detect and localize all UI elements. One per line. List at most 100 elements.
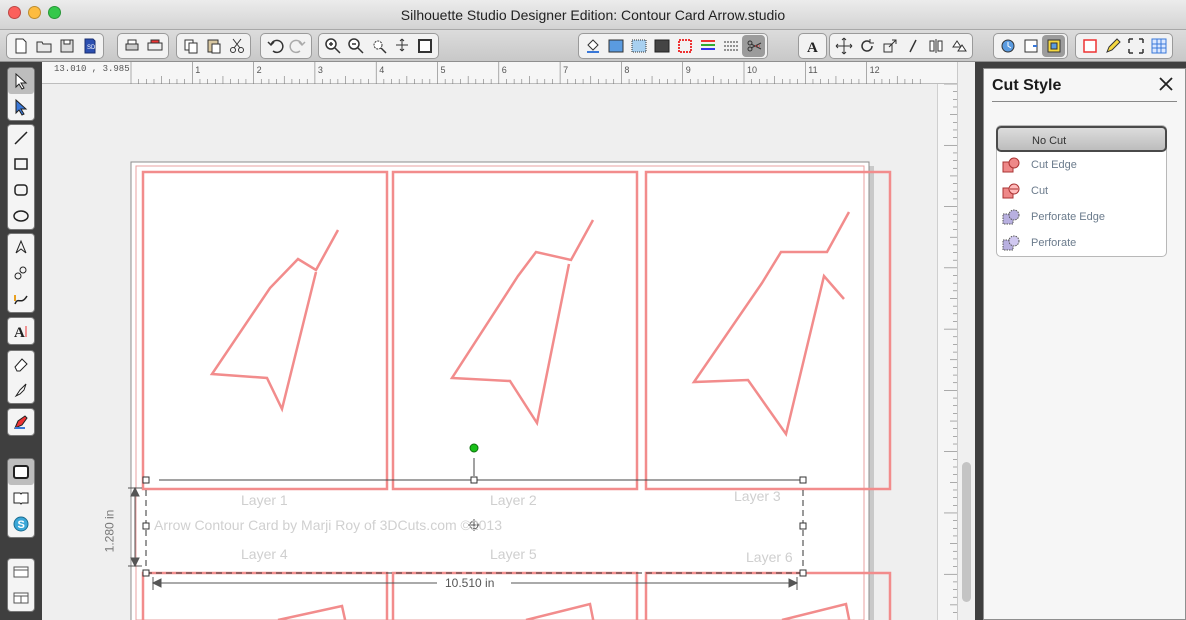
sketch-tool-button[interactable] — [8, 409, 34, 435]
zoom-select-button[interactable] — [367, 35, 390, 57]
line-weight-button[interactable] — [696, 35, 719, 57]
fit-to-page-button[interactable] — [413, 35, 436, 57]
fill-gradient-button[interactable] — [604, 35, 627, 57]
cut-style-no-cut[interactable]: No Cut — [996, 126, 1167, 152]
store-button[interactable] — [1019, 35, 1042, 57]
redo-button[interactable] — [286, 35, 309, 57]
line-tool-button[interactable] — [8, 125, 34, 151]
height-dimension-label: 1.280 in — [102, 509, 117, 553]
silhouette-store-button[interactable]: S — [8, 511, 34, 537]
scale-button[interactable] — [878, 35, 901, 57]
scrollbar-thumb[interactable] — [962, 462, 971, 602]
resize-handle-top-center[interactable] — [470, 476, 478, 484]
single-view-button[interactable] — [8, 559, 34, 585]
offset-button[interactable] — [1042, 35, 1065, 57]
split-view-button[interactable] — [8, 585, 34, 611]
draw-tool-group — [7, 124, 35, 230]
left-tool-panel: A S — [0, 62, 42, 620]
undo-button[interactable] — [263, 35, 286, 57]
cut-button[interactable] — [225, 35, 248, 57]
open-button[interactable] — [32, 35, 55, 57]
zoom-out-button[interactable] — [344, 35, 367, 57]
trace-button[interactable] — [1101, 35, 1124, 57]
resize-handle-middle-right[interactable] — [799, 522, 807, 530]
svg-text:A: A — [807, 40, 818, 55]
redo-icon — [288, 39, 306, 54]
ruler-label: 4 — [379, 65, 384, 75]
cut-style-perforate-edge[interactable]: Perforate Edge — [997, 204, 1166, 230]
line-pattern-icon — [723, 41, 738, 51]
cut-style-perforate[interactable]: Perforate — [997, 230, 1166, 256]
library-button[interactable] — [996, 35, 1019, 57]
point-edit-tool-button[interactable] — [8, 94, 34, 120]
select-tool-group — [7, 67, 35, 121]
align-button[interactable] — [924, 35, 947, 57]
rotation-handle[interactable] — [469, 443, 479, 453]
resize-handle-middle-left[interactable] — [142, 522, 150, 530]
cut-style-cut[interactable]: Cut — [997, 178, 1166, 204]
pan-button[interactable] — [390, 35, 413, 57]
page-panel-button[interactable] — [8, 459, 34, 485]
shear-button[interactable] — [901, 35, 924, 57]
fill-color-button[interactable] — [581, 35, 604, 57]
line-color-button[interactable] — [673, 35, 696, 57]
resize-handle-bottom-right[interactable] — [799, 569, 807, 577]
text-tool-button[interactable]: A — [8, 318, 34, 344]
library-panel-button[interactable] — [8, 485, 34, 511]
freehand-tool-button[interactable] — [8, 286, 34, 312]
grid-icon — [1151, 38, 1166, 54]
registration-marks-button[interactable] — [1124, 35, 1147, 57]
horizontal-ruler[interactable]: 13.010 , 3.985 1 2 3 4 5 6 7 8 9 10 11 12 — [42, 62, 957, 84]
ruler-label: 10 — [747, 65, 757, 75]
scissors-icon — [229, 38, 244, 53]
eraser-tool-button[interactable] — [8, 351, 34, 377]
move-button[interactable] — [832, 35, 855, 57]
rotate-button[interactable] — [855, 35, 878, 57]
vertical-scrollbar[interactable] — [957, 62, 975, 620]
cut-style-option-label: Cut — [1031, 185, 1049, 197]
store-icon — [1024, 39, 1037, 53]
save-to-sd-button[interactable]: SD — [78, 35, 101, 57]
resize-handle-top-left[interactable] — [142, 476, 150, 484]
line-icon — [14, 131, 28, 145]
ruler-label: 5 — [441, 65, 446, 75]
save-button[interactable] — [55, 35, 78, 57]
close-icon[interactable] — [1157, 75, 1175, 93]
arrow-pointer-icon — [15, 72, 28, 90]
right-panel: Cut Style No Cut Cut Edge Cut Perforate … — [975, 62, 1186, 620]
design-canvas[interactable]: Layer 1 Layer 2 Layer 3 Arrow Contour Ca… — [42, 84, 937, 620]
file-toolbar-group: SD — [6, 33, 104, 59]
cut-style-button[interactable] — [742, 35, 765, 57]
resize-handle-top-right[interactable] — [799, 476, 807, 484]
rectangle-tool-button[interactable] — [8, 151, 34, 177]
text-style-button[interactable]: A — [801, 35, 824, 57]
layer-label-2: Layer 2 — [490, 492, 537, 508]
polygon-tool-button[interactable] — [8, 234, 34, 260]
page-setup-button[interactable] — [1078, 35, 1101, 57]
printer-icon — [125, 39, 138, 51]
ellipse-tool-button[interactable] — [8, 203, 34, 229]
send-to-silhouette-button[interactable] — [143, 35, 166, 57]
line-style-button[interactable] — [650, 35, 673, 57]
silhouette-studio-window: Silhouette Studio Designer Edition: Cont… — [0, 0, 1186, 620]
fill-pattern-button[interactable] — [627, 35, 650, 57]
vertical-ruler[interactable] — [937, 84, 958, 620]
rounded-rectangle-tool-button[interactable] — [8, 177, 34, 203]
replicate-button[interactable] — [947, 35, 970, 57]
grid-button[interactable] — [1147, 35, 1170, 57]
new-document-button[interactable] — [9, 35, 32, 57]
curve-tool-button[interactable] — [8, 260, 34, 286]
cut-style-cut-edge[interactable]: Cut Edge — [997, 152, 1166, 178]
select-tool-button[interactable] — [8, 68, 34, 94]
print-button[interactable] — [120, 35, 143, 57]
move-icon — [835, 37, 852, 55]
paste-button[interactable] — [202, 35, 225, 57]
line-pattern-button[interactable] — [719, 35, 742, 57]
copy-button[interactable] — [179, 35, 202, 57]
zoom-in-button[interactable] — [321, 35, 344, 57]
knife-tool-button[interactable] — [8, 377, 34, 403]
book-icon — [13, 492, 29, 505]
line-color-icon — [677, 39, 692, 53]
cut-style-title: Cut Style — [992, 77, 1062, 94]
resize-handle-bottom-left[interactable] — [142, 569, 150, 577]
